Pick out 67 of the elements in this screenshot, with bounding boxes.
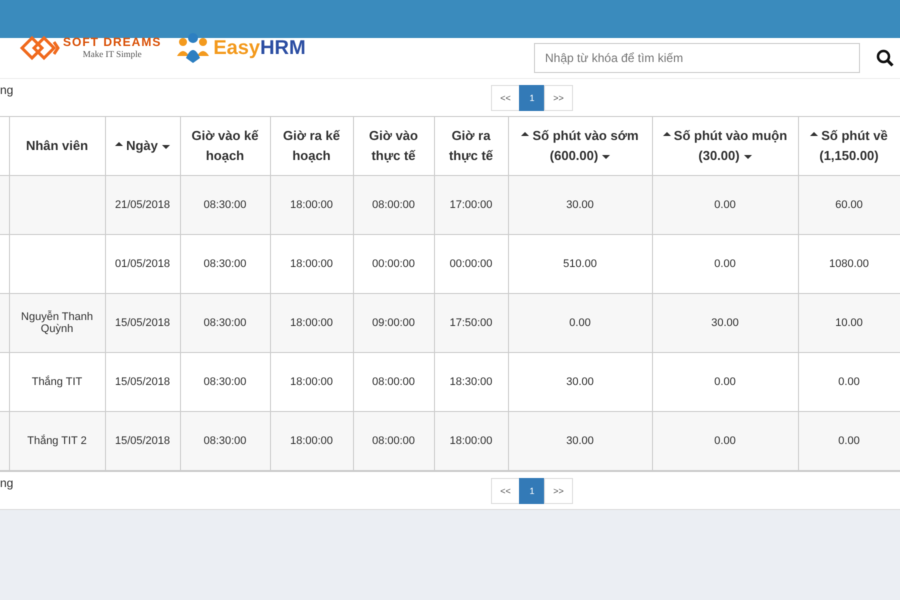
table-cell: 09:00:00	[353, 294, 434, 352]
table-cell: 10.00	[798, 294, 900, 352]
brand-tagline: Make IT Simple	[82, 49, 142, 60]
table-cell: 18:30:00	[434, 352, 508, 412]
table-cell: 0.00	[652, 352, 798, 412]
sort-down-icon[interactable]	[162, 145, 170, 149]
page-button[interactable]: <<	[491, 84, 520, 110]
table-cell: 30.00	[508, 352, 652, 412]
brand-name: SOFT DREAMS	[63, 36, 162, 49]
table-cell: 60.00	[798, 176, 900, 234]
table-cell: 08:30:00	[180, 176, 270, 234]
table-cell: 510.00	[508, 234, 652, 294]
table-cell: 18:00:00	[434, 412, 508, 470]
table-cell: 0.00	[798, 412, 900, 470]
sort-down-icon[interactable]	[602, 155, 610, 159]
table-cell: 08:00:00	[353, 176, 434, 234]
brand-name: EasyHRM	[213, 37, 306, 59]
page-button[interactable]: <<	[491, 478, 520, 504]
table-cell: 08:30:00	[180, 412, 270, 470]
table-cell: 17:50:00	[434, 294, 508, 352]
table-cell: 08:30:00	[180, 294, 270, 352]
search-icon[interactable]	[876, 49, 894, 67]
sort-up-icon[interactable]	[521, 132, 530, 136]
page-button[interactable]: 1	[519, 478, 545, 504]
table-cell: 00:00:00	[353, 234, 434, 294]
table-cell: 1080.00	[798, 234, 900, 294]
table-cell	[0, 294, 9, 352]
table-cell: 08:00:00	[353, 412, 434, 470]
table-cell: Thắng TIT 2	[9, 412, 105, 470]
table-cell: 08:00:00	[353, 352, 434, 412]
sort-down-icon[interactable]	[744, 155, 752, 159]
table-cell: 30.00	[508, 412, 652, 470]
table-cell: 18:00:00	[270, 294, 353, 352]
people-logo-icon	[175, 32, 212, 64]
table-cell: Thắng TIT	[9, 352, 105, 412]
table-cell: 30.00	[652, 294, 798, 352]
table-cell: 21/05/2018	[105, 176, 180, 234]
status-text: ng	[0, 83, 14, 97]
table-cell: 18:00:00	[270, 234, 353, 294]
table-cell: 15/05/2018	[105, 412, 180, 470]
table-cell: Nguyễn Thanh Quỳnh	[9, 294, 105, 352]
page-button[interactable]: 1	[519, 84, 545, 110]
table-cell: 0.00	[652, 176, 798, 234]
table-cell: 08:30:00	[180, 352, 270, 412]
sort-up-icon[interactable]	[115, 142, 124, 146]
table-cell: 15/05/2018	[105, 294, 180, 352]
status-text: ng	[0, 476, 14, 490]
page-button[interactable]: >>	[544, 84, 573, 110]
table-cell: 18:00:00	[270, 176, 353, 234]
table-cell: 00:00:00	[434, 234, 508, 294]
search-field[interactable]: Nhập từ khóa để tìm kiếm	[534, 43, 860, 73]
table-cell: 0.00	[652, 412, 798, 470]
table-cell: 18:00:00	[270, 352, 353, 412]
table-cell: 01/05/2018	[105, 234, 180, 294]
table-cell: 0.00	[508, 294, 652, 352]
table-cell: 30.00	[508, 176, 652, 234]
table-cell: 0.00	[798, 352, 900, 412]
table-cell	[0, 234, 9, 294]
page-button[interactable]: >>	[544, 478, 573, 504]
sort-up-icon[interactable]	[662, 132, 671, 136]
table-cell	[0, 352, 9, 412]
table-cell: 17:00:00	[434, 176, 508, 234]
sort-up-icon[interactable]	[810, 132, 818, 136]
table-cell: 0.00	[652, 234, 798, 294]
table-cell: 15/05/2018	[105, 352, 180, 412]
table-cell: 18:00:00	[270, 412, 353, 470]
table-cell: 08:30:00	[180, 234, 270, 294]
